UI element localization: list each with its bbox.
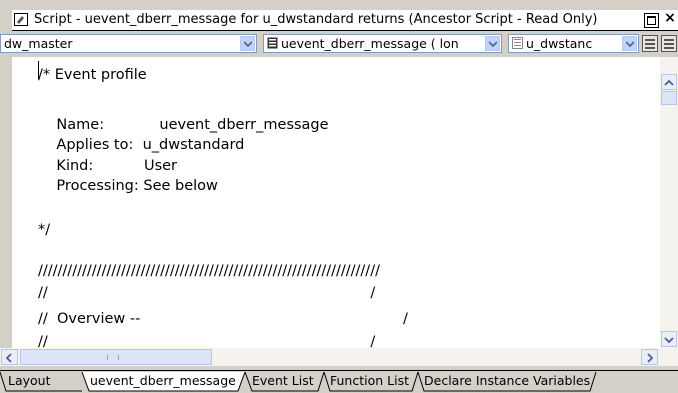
event-dropdown-value: uevent_dberr_message ( lon: [281, 36, 459, 51]
scroll-right-button[interactable]: [641, 349, 658, 365]
vertical-scrollbar[interactable]: [660, 57, 678, 348]
restore-button[interactable]: [644, 13, 659, 28]
vertical-scroll-thumb[interactable]: [661, 91, 677, 105]
title-bar[interactable]: Script - uevent_dberr_message for u_dwst…: [12, 10, 678, 31]
script-icon: [14, 13, 28, 26]
script-editor[interactable]: /* Event profile Name: uevent_dberr_mess…: [12, 57, 660, 348]
event-dropdown[interactable]: uevent_dberr_message ( lon: [263, 34, 502, 53]
script-toolbar: dw_master uevent_dberr_message ( lon u_d…: [0, 31, 678, 57]
tab-function-list[interactable]: Function List: [330, 373, 409, 388]
ancestor-event-icon: [512, 37, 523, 49]
tab-event-list[interactable]: Event List: [252, 373, 314, 388]
tab-uevent-dberr-message[interactable]: uevent_dberr_message: [90, 373, 236, 388]
scroll-down-button[interactable]: [661, 331, 677, 347]
chevron-down-icon[interactable]: [485, 36, 500, 51]
tab-declare-instance-variables[interactable]: Declare Instance Variables: [424, 373, 590, 388]
script-tab-strip: Layout uevent_dberr_message Event List F…: [0, 370, 678, 393]
ancestor-dropdown-value: u_dwstanc: [526, 36, 593, 51]
chevron-down-icon[interactable]: [622, 36, 637, 51]
right-arrow-icon: [647, 353, 654, 363]
code-line: Name: uevent_dberr_message: [38, 117, 329, 133]
code-line: Applies to: u_dwstandard: [38, 137, 245, 153]
split-vertical-button[interactable]: [661, 35, 677, 52]
tab-layout[interactable]: Layout: [8, 373, 51, 388]
code-line: // Overview -- /: [38, 311, 408, 327]
scroll-up-button[interactable]: [661, 74, 677, 90]
scroll-left-button[interactable]: [1, 349, 18, 365]
window-title: Script - uevent_dberr_message for u_dwst…: [34, 12, 598, 27]
ancestor-dropdown[interactable]: u_dwstanc: [508, 34, 639, 53]
split-horizontal-button[interactable]: [642, 35, 658, 52]
code-line: Kind: User: [38, 158, 178, 174]
event-icon: [267, 37, 278, 49]
close-button[interactable]: ×: [662, 11, 678, 25]
code-line: /* Event profile: [38, 67, 147, 83]
up-arrow-icon: [664, 79, 674, 86]
down-arrow-icon: [664, 337, 674, 344]
horizontal-scroll-thumb[interactable]: [20, 349, 212, 365]
horizontal-scrollbar[interactable]: [0, 348, 678, 366]
script-window: Script - uevent_dberr_message for u_dwst…: [0, 0, 678, 393]
object-dropdown-value: dw_master: [4, 36, 73, 51]
code-line: ////////////////////////////////////////…: [38, 263, 380, 279]
code-line: // /: [38, 285, 376, 301]
object-dropdown[interactable]: dw_master: [0, 34, 257, 53]
code-line: */: [38, 222, 51, 238]
code-line: Processing: See below: [38, 178, 218, 194]
chevron-down-icon[interactable]: [240, 36, 255, 51]
code-line: // /: [38, 334, 376, 348]
left-arrow-icon: [5, 353, 12, 363]
